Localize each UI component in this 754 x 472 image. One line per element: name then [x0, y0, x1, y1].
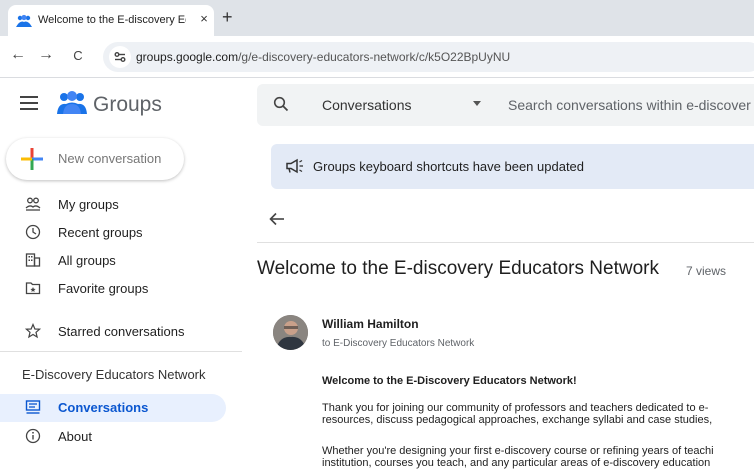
avatar[interactable]	[273, 315, 308, 350]
chat-icon	[25, 400, 41, 414]
chevron-down-icon[interactable]	[473, 101, 481, 106]
message-text: institution, courses you teach, and any …	[322, 457, 711, 469]
sidebar-item-label: Favorite groups	[58, 281, 149, 296]
person-photo-icon	[273, 315, 308, 350]
new-conversation-button[interactable]: New conversation	[6, 138, 184, 180]
author-name[interactable]: William Hamilton	[322, 317, 419, 331]
plus-icon	[21, 148, 43, 170]
forward-button[interactable]: →	[36, 46, 56, 64]
star-icon	[25, 323, 41, 339]
main-menu-icon[interactable]	[20, 96, 38, 110]
url-host: groups.google.com	[136, 50, 239, 64]
browser-toolbar: ← → C groups.google.com/g/e-discovery-ed…	[0, 36, 754, 78]
tune-icon	[114, 51, 126, 62]
tab-title: Welcome to the E-discovery Ed	[38, 14, 186, 26]
browser-tab[interactable]: Welcome to the E-discovery Ed ×	[8, 5, 214, 36]
search-input[interactable]: Search conversations within e-discover	[508, 97, 751, 113]
url-path: /g/e-discovery-educators-network/c/k5O22…	[238, 50, 511, 64]
banner-text: Groups keyboard shortcuts have been upda…	[313, 159, 585, 174]
browser-tabstrip: Welcome to the E-discovery Ed × +	[0, 0, 754, 36]
sidebar-item-label: Starred conversations	[58, 324, 185, 339]
sidebar-item-recent-groups[interactable]: Recent groups	[0, 219, 230, 247]
notification-banner: Groups keyboard shortcuts have been upda…	[271, 144, 754, 189]
groups-logo-icon	[57, 91, 87, 114]
new-conversation-label: New conversation	[58, 151, 162, 166]
recipient-line: to E-Discovery Educators Network	[322, 338, 475, 349]
sidebar-item-favorite-groups[interactable]: Favorite groups	[0, 275, 230, 303]
sidebar-item-conversations[interactable]: Conversations	[0, 394, 226, 422]
sidebar-item-starred-conversations[interactable]: Starred conversations	[0, 318, 230, 346]
search-scope-select[interactable]: Conversations	[322, 97, 412, 113]
people-icon	[25, 197, 41, 211]
back-arrow-icon[interactable]	[268, 210, 286, 228]
app-name: Groups	[93, 93, 162, 116]
url-text: groups.google.com/g/e-discovery-educator…	[136, 50, 510, 64]
content-divider	[257, 242, 754, 243]
clock-icon	[25, 224, 41, 240]
message-heading: Welcome to the E-Discovery Educators Net…	[322, 375, 577, 387]
folder-star-icon	[25, 282, 41, 295]
sidebar-item-label: Recent groups	[58, 225, 143, 240]
site-info-button[interactable]	[109, 46, 131, 68]
group-name-heading: E-Discovery Educators Network	[22, 367, 206, 382]
back-button[interactable]: ←	[8, 46, 28, 64]
megaphone-icon	[286, 158, 303, 174]
reload-button[interactable]: C	[68, 48, 88, 63]
groups-favicon-icon	[16, 14, 32, 27]
sidebar-divider	[0, 351, 242, 352]
conversation-title: Welcome to the E-discovery Educators Net…	[257, 258, 659, 279]
building-icon	[25, 253, 41, 267]
sidebar-item-label: Conversations	[58, 400, 149, 415]
message-text: resources, discuss pedagogical approache…	[322, 414, 713, 426]
new-tab-button[interactable]: +	[222, 7, 233, 28]
search-icon[interactable]	[273, 96, 289, 112]
sidebar-item-my-groups[interactable]: My groups	[0, 191, 230, 219]
sidebar-item-label: All groups	[58, 253, 116, 268]
sidebar-item-label: My groups	[58, 197, 119, 212]
search-bar: Conversations Search conversations withi…	[257, 84, 754, 126]
info-icon	[25, 428, 41, 444]
sidebar-item-label: About	[58, 429, 92, 444]
view-count: 7 views	[686, 264, 727, 278]
sidebar-item-about[interactable]: About	[0, 423, 230, 451]
address-bar[interactable]: groups.google.com/g/e-discovery-educator…	[103, 42, 754, 72]
tab-close-icon[interactable]: ×	[196, 11, 212, 26]
sidebar-item-all-groups[interactable]: All groups	[0, 247, 230, 275]
